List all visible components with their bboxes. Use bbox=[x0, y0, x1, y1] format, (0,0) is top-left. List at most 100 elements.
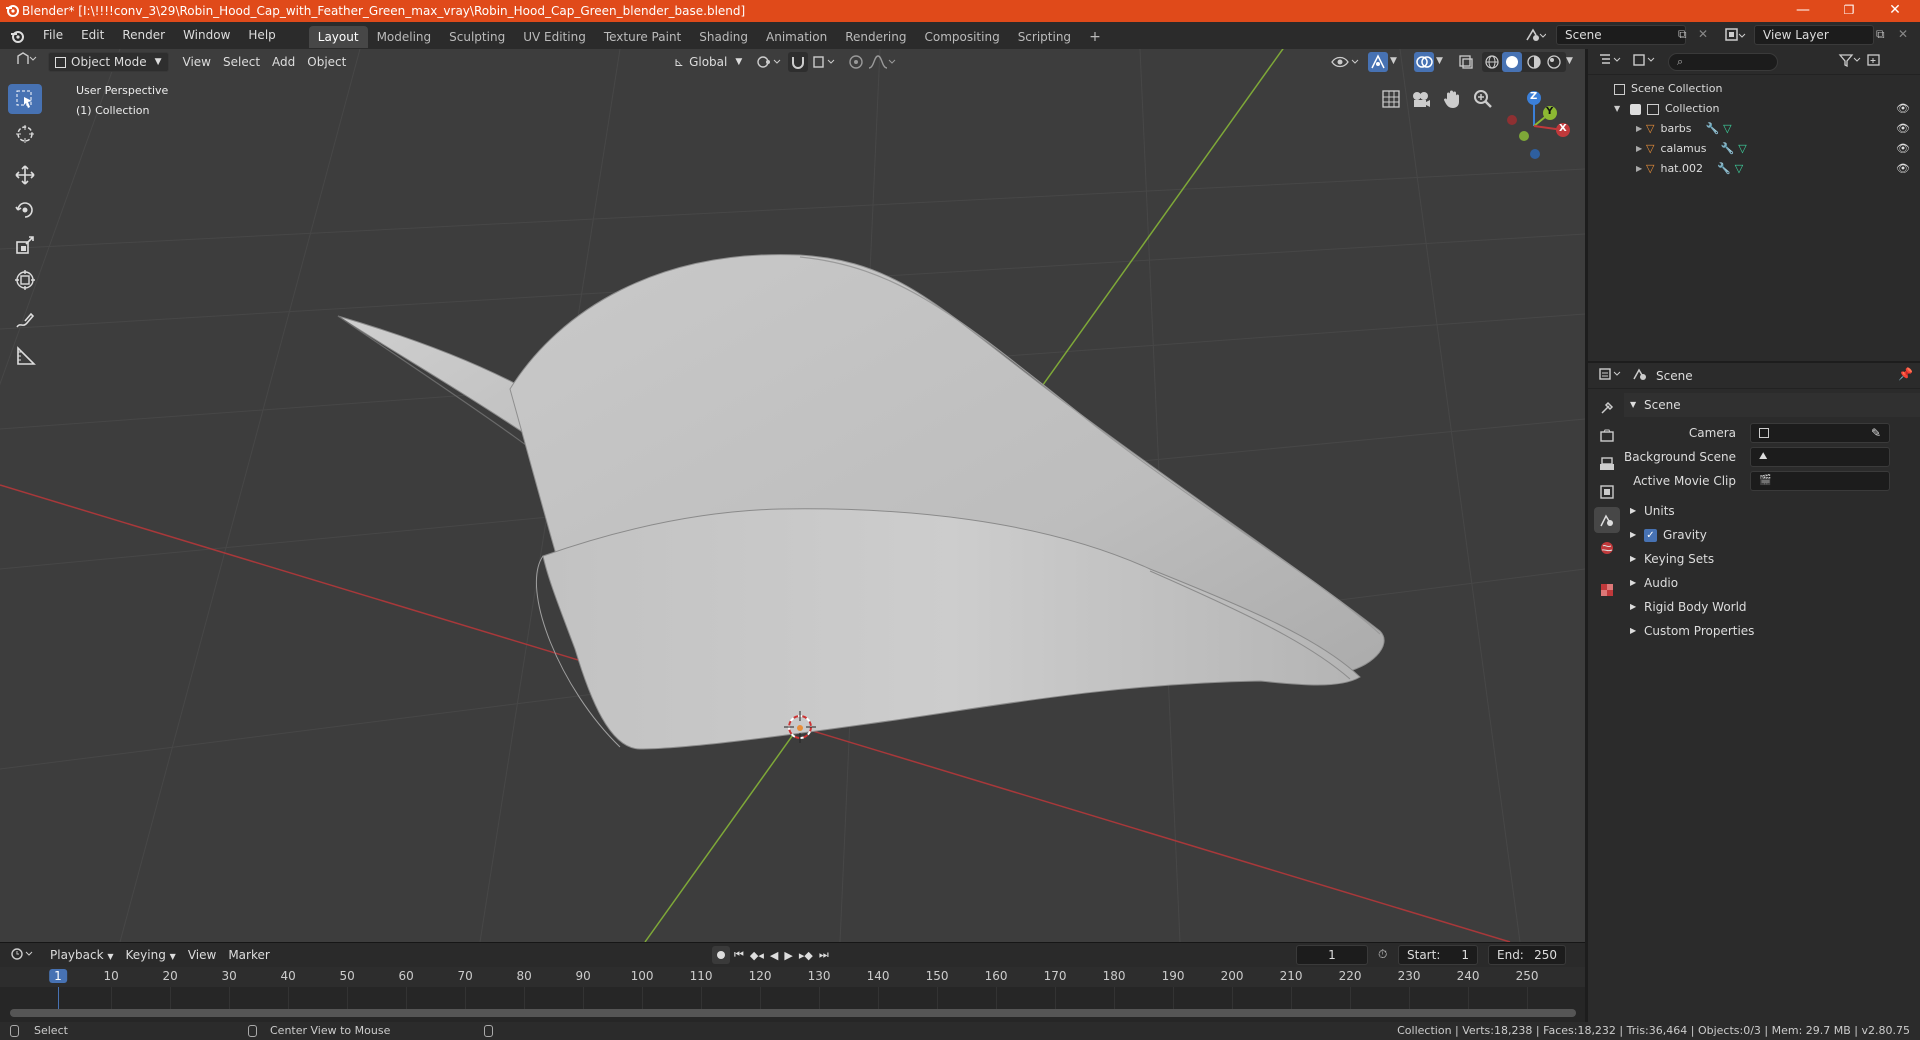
active-movie-clip-field[interactable]: 🎬 bbox=[1750, 471, 1890, 491]
texture-tab-icon[interactable] bbox=[1594, 577, 1620, 603]
xray-toggle-icon[interactable] bbox=[1458, 54, 1474, 73]
timeline-area[interactable]: 1 10 20 30 40 50 60 70 80 90 100 110 120 130 140 150 160… bbox=[0, 967, 1585, 1023]
output-tab-icon[interactable] bbox=[1594, 451, 1620, 477]
outliner-collection[interactable]: ▼ Collection 👁 bbox=[1588, 99, 1920, 119]
scale-tool[interactable] bbox=[8, 230, 42, 260]
falloff-icon[interactable] bbox=[868, 54, 896, 73]
select-box-tool[interactable] bbox=[8, 84, 42, 114]
scene-selector-icon[interactable] bbox=[1524, 26, 1547, 47]
restore-button[interactable]: ❐ bbox=[1826, 0, 1872, 22]
toggle-camera-ortho-icon[interactable] bbox=[1380, 88, 1402, 113]
move-tool[interactable] bbox=[8, 160, 42, 190]
scene-panel-header[interactable]: ▼ Scene bbox=[1624, 393, 1920, 417]
marker-menu[interactable]: Marker bbox=[222, 945, 275, 965]
eye-icon[interactable]: 👁 bbox=[1896, 139, 1910, 159]
background-scene-field[interactable]: ⛰ bbox=[1750, 447, 1890, 467]
world-tab-icon[interactable] bbox=[1594, 535, 1620, 561]
delete-view-layer-icon[interactable]: ✕ bbox=[1898, 27, 1908, 41]
custom-properties-panel-header[interactable]: ▶ Custom Properties bbox=[1624, 619, 1920, 643]
menu-edit[interactable]: Edit bbox=[72, 22, 113, 49]
timeline-view-menu[interactable]: View bbox=[182, 945, 222, 965]
record-button[interactable] bbox=[712, 946, 730, 964]
cursor-tool[interactable] bbox=[8, 119, 42, 149]
preview-range-icon[interactable]: ⏱ bbox=[1378, 947, 1387, 962]
chevron-down-icon[interactable]: ▼ bbox=[1614, 99, 1624, 119]
chevron-right-icon[interactable]: ▶ bbox=[1636, 119, 1646, 139]
tab-compositing[interactable]: Compositing bbox=[915, 26, 1008, 48]
pivot-point-icon[interactable] bbox=[756, 54, 782, 73]
menu-add[interactable]: Add bbox=[266, 52, 301, 72]
scrollbar-thumb[interactable] bbox=[10, 1009, 1576, 1017]
modifier-wrench-icon[interactable]: 🔧 bbox=[1717, 159, 1731, 179]
mesh-data-icon[interactable]: ▽ bbox=[1738, 139, 1746, 159]
tab-layout[interactable]: Layout bbox=[308, 25, 368, 48]
tab-texture-paint[interactable]: Texture Paint bbox=[595, 26, 690, 48]
gravity-checkbox[interactable]: ✓ bbox=[1644, 528, 1657, 542]
menu-help[interactable]: Help bbox=[239, 22, 284, 49]
modifier-wrench-icon[interactable]: 🔧 bbox=[1705, 119, 1719, 139]
wireframe-shading-icon[interactable] bbox=[1484, 54, 1500, 73]
timeline-editor-type-icon[interactable] bbox=[10, 947, 36, 964]
menu-select[interactable]: Select bbox=[217, 52, 266, 72]
3d-viewport[interactable] bbox=[0, 49, 1585, 942]
jump-end-icon[interactable]: ⏭ bbox=[819, 948, 829, 962]
eyedropper-icon[interactable]: ✎ bbox=[1871, 424, 1881, 442]
outliner-editor-type-icon[interactable] bbox=[1598, 53, 1624, 70]
scene-tab-icon[interactable] bbox=[1594, 507, 1620, 533]
menu-window[interactable]: Window bbox=[174, 22, 239, 49]
editor-type-icon[interactable] bbox=[10, 52, 44, 72]
tab-uv-editing[interactable]: UV Editing bbox=[514, 26, 595, 48]
pin-icon[interactable]: 📌 bbox=[1898, 367, 1913, 381]
rotate-tool[interactable] bbox=[8, 195, 42, 225]
tab-modeling[interactable]: Modeling bbox=[368, 26, 441, 48]
solid-shading-icon[interactable] bbox=[1502, 52, 1522, 72]
keying-sets-panel-header[interactable]: ▶ Keying Sets bbox=[1624, 547, 1920, 571]
snap-toggle-icon[interactable] bbox=[788, 52, 808, 72]
snap-target-icon[interactable] bbox=[812, 54, 838, 73]
timeline-scrollbar[interactable] bbox=[10, 1009, 1576, 1017]
close-button[interactable]: ✕ bbox=[1872, 0, 1918, 22]
gizmo-dropdown-icon[interactable]: ▼ bbox=[1390, 56, 1397, 66]
tab-scripting[interactable]: Scripting bbox=[1009, 26, 1080, 48]
mode-dropdown[interactable]: Object Mode ▼ bbox=[48, 52, 169, 72]
scene-name-field[interactable]: Scene bbox=[1556, 25, 1686, 45]
end-frame-field[interactable]: End: 250 bbox=[1488, 945, 1566, 965]
view-layer-icon[interactable] bbox=[1724, 26, 1746, 47]
playback-menu[interactable]: Playback ▼ bbox=[44, 945, 120, 965]
blender-menu-icon[interactable] bbox=[0, 29, 34, 43]
tab-sculpting[interactable]: Sculpting bbox=[440, 26, 514, 48]
zoom-view-icon[interactable] bbox=[1472, 88, 1494, 113]
menu-object[interactable]: Object bbox=[301, 52, 352, 72]
menu-view[interactable]: View bbox=[177, 52, 217, 72]
tab-shading[interactable]: Shading bbox=[690, 26, 757, 48]
next-keyframe-icon[interactable]: ▸◆ bbox=[799, 949, 813, 962]
show-gizmo-icon[interactable] bbox=[1368, 52, 1388, 72]
properties-editor-type-icon[interactable] bbox=[1598, 367, 1624, 384]
eye-icon[interactable]: 👁 bbox=[1896, 99, 1910, 119]
jump-start-icon[interactable]: ⏮ bbox=[734, 948, 744, 962]
new-scene-icon[interactable]: ⧉ bbox=[1678, 27, 1687, 42]
measure-tool[interactable] bbox=[8, 341, 42, 371]
shading-dropdown-icon[interactable]: ▼ bbox=[1566, 56, 1573, 66]
render-tab-icon[interactable] bbox=[1594, 423, 1620, 449]
add-workspace-button[interactable]: + bbox=[1080, 26, 1110, 48]
camera-field[interactable]: ✎ bbox=[1750, 423, 1890, 443]
menu-render[interactable]: Render bbox=[113, 22, 174, 49]
mesh-data-icon[interactable]: ▽ bbox=[1735, 159, 1743, 179]
proportional-edit-icon[interactable] bbox=[848, 54, 864, 73]
pan-view-hand-icon[interactable] bbox=[1441, 88, 1463, 113]
start-frame-field[interactable]: Start: 1 bbox=[1398, 945, 1478, 965]
outliner-scene-collection[interactable]: Scene Collection bbox=[1588, 79, 1920, 99]
menu-file[interactable]: File bbox=[34, 22, 72, 49]
camera-view-icon[interactable] bbox=[1410, 88, 1432, 113]
minimize-button[interactable]: — bbox=[1780, 0, 1826, 22]
play-icon[interactable]: ▶ bbox=[784, 949, 792, 962]
prev-keyframe-icon[interactable]: ◆◂ bbox=[750, 949, 764, 962]
rigid-body-world-panel-header[interactable]: ▶ Rigid Body World bbox=[1624, 595, 1920, 619]
current-frame-field[interactable]: 1 bbox=[1296, 945, 1368, 965]
play-reverse-icon[interactable]: ◀ bbox=[770, 949, 778, 962]
delete-scene-icon[interactable]: ✕ bbox=[1698, 27, 1708, 41]
modifier-wrench-icon[interactable]: 🔧 bbox=[1720, 139, 1734, 159]
view-layer-tab-icon[interactable] bbox=[1594, 479, 1620, 505]
gravity-panel-header[interactable]: ▶ ✓ Gravity bbox=[1624, 523, 1920, 547]
